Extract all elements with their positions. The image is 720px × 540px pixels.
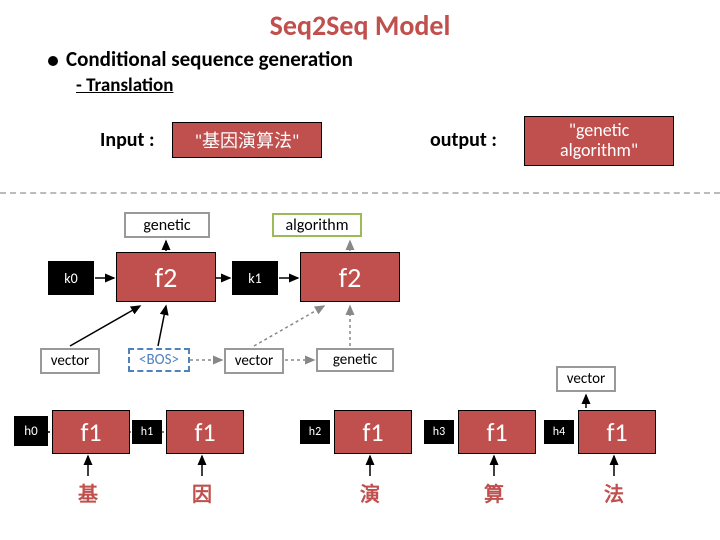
encoder-f1-1: f1 bbox=[52, 410, 130, 454]
bullet-icon bbox=[48, 56, 58, 66]
input-label: Input : bbox=[100, 128, 155, 152]
state-h1: h1 bbox=[132, 420, 162, 444]
encoder-f1-2: f1 bbox=[166, 410, 244, 454]
state-h2: h2 bbox=[300, 420, 330, 444]
page-title: Seq2Seq Model bbox=[0, 0, 720, 43]
output-label: output : bbox=[430, 128, 497, 152]
output-token-algorithm: algorithm bbox=[272, 213, 362, 237]
encoder-f1-3: f1 bbox=[334, 410, 412, 454]
vector-right: vector bbox=[556, 366, 616, 392]
input-char-3: 演 bbox=[360, 478, 380, 507]
state-h0: h0 bbox=[14, 416, 48, 446]
output-box: "genetic algorithm" bbox=[524, 116, 674, 166]
input-box: "基因演算法" bbox=[172, 122, 322, 158]
input-char-1: 基 bbox=[78, 478, 98, 507]
state-k0: k0 bbox=[48, 261, 94, 295]
bos-token: <BOS> bbox=[128, 348, 190, 372]
input-char-5: 法 bbox=[604, 478, 624, 507]
state-k1: k1 bbox=[232, 261, 278, 295]
vector-mid: vector bbox=[224, 348, 284, 374]
bullet-text: Conditional sequence generation bbox=[66, 46, 353, 72]
encoder-f1-4: f1 bbox=[458, 410, 536, 454]
input-char-2: 因 bbox=[192, 478, 212, 507]
bullet-heading: Conditional sequence generation bbox=[48, 46, 353, 72]
state-h3: h3 bbox=[424, 420, 454, 444]
bullet-subline: - Translation bbox=[76, 74, 173, 97]
state-h4: h4 bbox=[544, 420, 574, 444]
decoder-f2-1: f2 bbox=[116, 252, 216, 302]
input-char-4: 算 bbox=[484, 478, 504, 507]
divider bbox=[0, 192, 720, 194]
input-token-genetic: genetic bbox=[316, 348, 394, 372]
output-token-genetic: genetic bbox=[124, 212, 210, 238]
encoder-f1-5: f1 bbox=[578, 410, 656, 454]
vector-left: vector bbox=[40, 348, 100, 374]
decoder-f2-2: f2 bbox=[300, 252, 400, 302]
